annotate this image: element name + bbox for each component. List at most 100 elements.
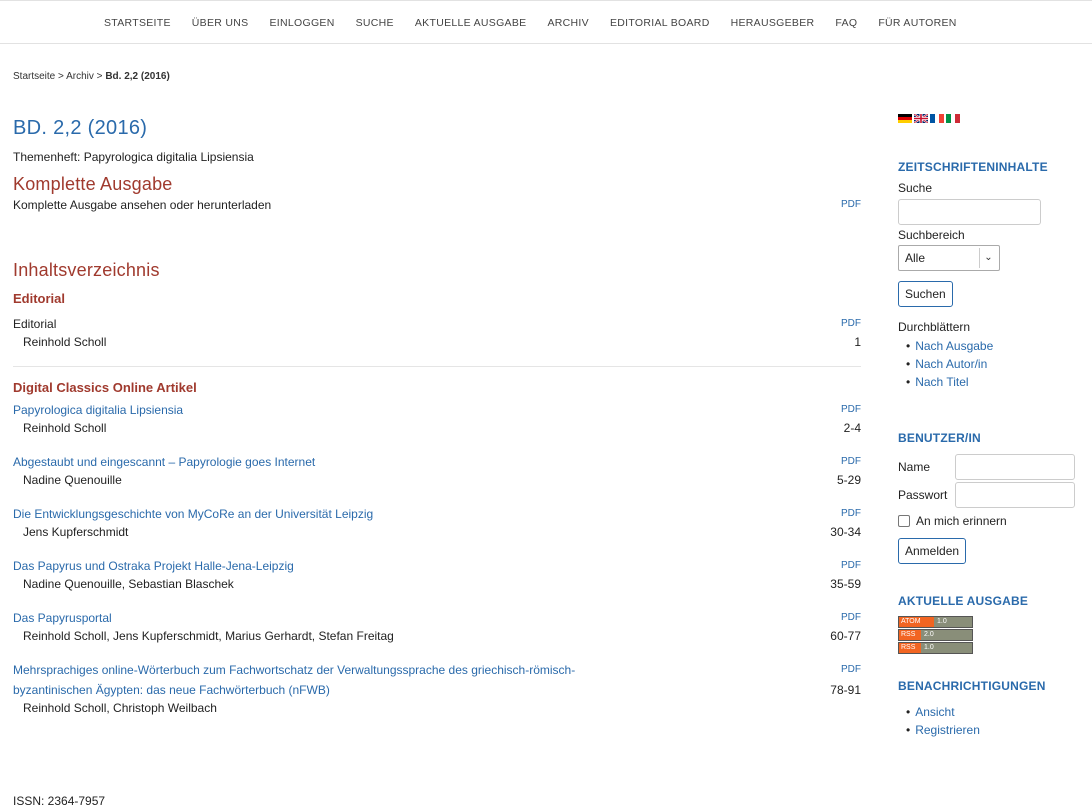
article-title-link[interactable]: Papyrologica digitalia Lipsiensia: [13, 403, 183, 417]
search-scope-select[interactable]: Alle ⌄: [898, 245, 1000, 271]
remember-label: An mich erinnern: [916, 514, 1007, 528]
atom-feed-badge[interactable]: ATOM 1.0: [898, 616, 973, 628]
article-title-link[interactable]: byzantinischen Ägypten: das neue Fachwör…: [13, 683, 330, 697]
italian-flag-icon[interactable]: [946, 114, 960, 123]
article-pdf-link[interactable]: PDF: [841, 612, 861, 623]
remember-checkbox[interactable]: [898, 515, 910, 527]
browse-label: Durchblättern: [898, 320, 971, 334]
nav-faq[interactable]: FAQ: [835, 17, 857, 29]
article-pdf-link[interactable]: PDF: [841, 664, 861, 675]
user-heading: BENUTZER/IN: [898, 431, 981, 445]
password-label: Passwort: [898, 488, 948, 502]
notifications-list: Ansicht Registrieren: [906, 703, 1088, 739]
password-row: Passwort: [898, 482, 1088, 508]
username-label: Name: [898, 460, 931, 474]
article-title-link[interactable]: Das Papyrus und Ostraka Projekt Halle-Je…: [13, 559, 294, 573]
sidebar: ZEITSCHRIFTENINHALTE Suche Suchbereich A…: [898, 112, 1088, 739]
toc-heading: Inhaltsverzeichnis: [13, 260, 160, 280]
article-item: Die Entwicklungsgeschichte von MyCoRe an…: [13, 507, 863, 543]
article-author: Reinhold Scholl, Jens Kupferschmidt, Mar…: [23, 629, 394, 643]
article-pdf-link[interactable]: PDF: [841, 456, 861, 467]
issue-title: BD. 2,2 (2016): [13, 117, 148, 139]
complete-issue-row: Komplette Ausgabe ansehen oder herunterl…: [13, 198, 863, 216]
search-label: Suche: [898, 181, 933, 195]
notifications-register-link[interactable]: Registrieren: [906, 721, 1088, 739]
article-item: Mehrsprachiges online-Wörterbuch zum Fac…: [13, 663, 863, 719]
article-author: Reinhold Scholl: [23, 335, 107, 349]
nav-login[interactable]: EINLOGGEN: [269, 17, 334, 29]
search-button[interactable]: Suchen: [898, 281, 953, 307]
article-item: Abgestaubt und eingescannt – Papyrologie…: [13, 455, 863, 491]
nav-current-issue[interactable]: AKTUELLE AUSGABE: [415, 17, 527, 29]
breadcrumb-separator: >: [93, 71, 106, 82]
breadcrumb-current: Bd. 2,2 (2016): [105, 71, 170, 82]
english-flag-icon[interactable]: [914, 114, 928, 123]
journal-content-heading: ZEITSCHRIFTENINHALTE: [898, 160, 1048, 174]
article-pages: 2-4: [843, 421, 861, 435]
password-input[interactable]: [955, 482, 1075, 508]
nav-search[interactable]: SUCHE: [356, 17, 394, 29]
article-title: Editorial: [13, 317, 57, 331]
browse-by-issue-link[interactable]: Nach Ausgabe: [906, 337, 1088, 355]
username-input[interactable]: [955, 454, 1075, 480]
article-pages: 5-29: [836, 473, 861, 487]
search-scope-label: Suchbereich: [898, 228, 965, 242]
article-item: Das Papyrusportal PDF Reinhold Scholl, Je…: [13, 611, 863, 647]
browse-list: Nach Ausgabe Nach Autor/in Nach Titel: [906, 337, 1088, 391]
browse-by-title-link[interactable]: Nach Titel: [906, 373, 1088, 391]
current-issue-heading: AKTUELLE AUSGABE: [898, 594, 1029, 608]
article-item: Papyrologica digitalia Lipsiensia PDF Rei…: [13, 403, 863, 439]
notifications-view-link[interactable]: Ansicht: [906, 703, 1088, 721]
article-pages: 78-91: [830, 683, 861, 697]
complete-issue-pdf-link[interactable]: PDF: [841, 199, 861, 210]
french-flag-icon[interactable]: [930, 114, 944, 123]
article-pages: 60-77: [830, 629, 861, 643]
rss1-feed-badge[interactable]: RSS 1.0: [898, 642, 973, 654]
article-pdf-link[interactable]: PDF: [841, 508, 861, 519]
language-flags: [898, 114, 1088, 124]
remember-me[interactable]: An mich erinnern: [898, 514, 1088, 528]
nav-about[interactable]: ÜBER UNS: [192, 17, 249, 29]
breadcrumb-home[interactable]: Startseite: [13, 71, 55, 82]
nav-home[interactable]: STARTSEITE: [104, 17, 171, 29]
rss2-feed-badge[interactable]: RSS 2.0: [898, 629, 973, 641]
article-pdf-link[interactable]: PDF: [841, 560, 861, 571]
top-navigation: STARTSEITE ÜBER UNS EINLOGGEN SUCHE AKTU…: [0, 0, 1092, 44]
article-pdf-link[interactable]: PDF: [841, 318, 861, 329]
toc-section-title: Digital Classics Online Artikel: [13, 380, 197, 395]
complete-issue-text: Komplette Ausgabe ansehen oder herunterl…: [13, 198, 272, 212]
browse-by-author-link[interactable]: Nach Autor/in: [906, 355, 1088, 373]
complete-issue-heading: Komplette Ausgabe: [13, 174, 173, 194]
german-flag-icon[interactable]: [898, 114, 912, 123]
article-author: Nadine Quenouille, Sebastian Blaschek: [23, 577, 234, 591]
article-author: Nadine Quenouille: [23, 473, 122, 487]
nav-editors[interactable]: HERAUSGEBER: [731, 17, 815, 29]
username-row: Name: [898, 454, 1088, 480]
nav-menu: STARTSEITE ÜBER UNS EINLOGGEN SUCHE AKTU…: [104, 17, 978, 29]
toc-section-title: Editorial: [13, 291, 66, 306]
breadcrumb-separator: >: [55, 71, 67, 82]
search-input[interactable]: [898, 199, 1041, 225]
section-divider: [13, 366, 861, 367]
article-title-link[interactable]: Abgestaubt und eingescannt – Papyrologie…: [13, 455, 315, 469]
article-item: Das Papyrus und Ostraka Projekt Halle-Je…: [13, 559, 863, 595]
complete-issue-section: Komplette Ausgabe Komplette Ausgabe anse…: [13, 174, 863, 216]
breadcrumb-archive[interactable]: Archiv: [66, 71, 94, 82]
article-author: Reinhold Scholl, Christoph Weilbach: [23, 701, 217, 715]
article-title-link[interactable]: Das Papyrusportal: [13, 611, 112, 625]
nav-archive[interactable]: ARCHIV: [547, 17, 588, 29]
article-author: Jens Kupferschmidt: [23, 525, 129, 539]
main-content: BD. 2,2 (2016) Themenheft: Papyrologica …: [13, 110, 863, 719]
breadcrumb: Startseite > Archiv > Bd. 2,2 (2016): [13, 71, 170, 82]
chevron-down-icon: ⌄: [979, 248, 997, 268]
article-title-link[interactable]: Mehrsprachiges online-Wörterbuch zum Fac…: [13, 663, 575, 677]
article-pdf-link[interactable]: PDF: [841, 404, 861, 415]
nav-editorial-board[interactable]: EDITORIAL BOARD: [610, 17, 710, 29]
article-title-link[interactable]: Die Entwicklungsgeschichte von MyCoRe an…: [13, 507, 373, 521]
nav-for-authors[interactable]: FÜR AUTOREN: [878, 17, 956, 29]
article-pages: 30-34: [830, 525, 861, 539]
search-scope-value: Alle: [905, 251, 926, 265]
article-item: Editorial PDF Reinhold Scholl 1: [13, 317, 863, 353]
article-pages: 35-59: [830, 577, 861, 591]
login-button[interactable]: Anmelden: [898, 538, 967, 564]
